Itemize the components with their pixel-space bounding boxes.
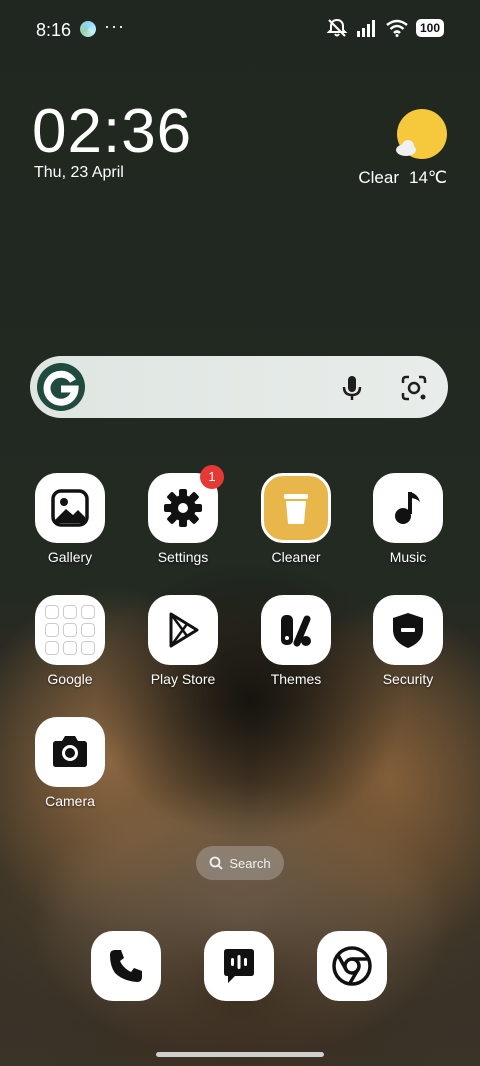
notification-badge: 1 [200, 465, 224, 489]
app-cleaner[interactable]: Cleaner [241, 473, 351, 565]
mic-icon[interactable] [336, 372, 368, 404]
g-letter-icon [43, 370, 79, 406]
status-bar: 8:16 ··· 100 [0, 0, 480, 60]
signal-icon [356, 20, 375, 37]
dock-phone[interactable] [91, 931, 161, 1001]
folder-icon[interactable] [35, 595, 105, 665]
app-label: Camera [45, 793, 95, 809]
google-lens-icon[interactable] [398, 372, 430, 404]
home-indicator[interactable] [156, 1052, 324, 1057]
app-gallery[interactable]: Gallery [15, 473, 125, 565]
app-google-folder[interactable]: Google [15, 595, 125, 687]
app-label: Security [382, 671, 434, 687]
music-note-icon[interactable] [373, 473, 443, 543]
themes-icon[interactable] [261, 595, 331, 665]
weather-info[interactable]: Clear 14℃ [348, 168, 447, 188]
gallery-icon[interactable] [35, 473, 105, 543]
app-label: Google [47, 671, 93, 687]
app-label: Gallery [47, 549, 93, 565]
chrome-icon [332, 946, 372, 986]
app-music[interactable]: Music [353, 473, 463, 565]
wifi-icon [386, 19, 408, 37]
trash-icon[interactable] [261, 473, 331, 543]
app-settings[interactable]: 1 Settings [128, 465, 238, 565]
google-search-bar[interactable] [30, 356, 448, 418]
app-search-pill[interactable]: Search [196, 846, 284, 880]
mute-icon [326, 18, 348, 37]
dock-chrome[interactable] [317, 931, 387, 1001]
dock-messages[interactable] [204, 931, 274, 1001]
app-play-store[interactable]: Play Store [128, 595, 238, 687]
clock-time[interactable]: 02:36 [32, 96, 192, 167]
app-label: Play Store [150, 671, 216, 687]
folder-app-grid [45, 605, 95, 655]
gear-icon[interactable]: 1 [148, 465, 224, 543]
app-label: Music [389, 549, 427, 565]
battery-indicator: 100 [415, 19, 444, 37]
play-store-icon[interactable] [148, 595, 218, 665]
app-themes[interactable]: Themes [241, 595, 351, 687]
weather-condition: Clear [358, 168, 399, 187]
phone-icon [110, 950, 142, 982]
clock-date[interactable]: Thu, 23 April [34, 164, 124, 182]
app-label: Themes [270, 671, 322, 687]
weather-temperature: 14℃ [408, 168, 447, 187]
camera-icon[interactable] [35, 717, 105, 787]
more-notifications-icon: ··· [104, 16, 125, 36]
app-label: Cleaner [271, 549, 321, 565]
app-search-label: Search [229, 855, 271, 871]
search-icon [209, 856, 224, 870]
google-logo-icon[interactable] [37, 363, 85, 411]
status-icons: 100 [326, 18, 444, 38]
app-camera[interactable]: Camera [15, 717, 125, 809]
weather-sun-cloud-icon[interactable] [394, 108, 448, 162]
messages-icon [224, 949, 254, 983]
app-security[interactable]: Security [353, 595, 463, 687]
app-label: Settings [157, 549, 209, 565]
shield-icon[interactable] [373, 595, 443, 665]
notification-app-icon [80, 21, 96, 37]
status-time: 8:16 [36, 20, 72, 40]
